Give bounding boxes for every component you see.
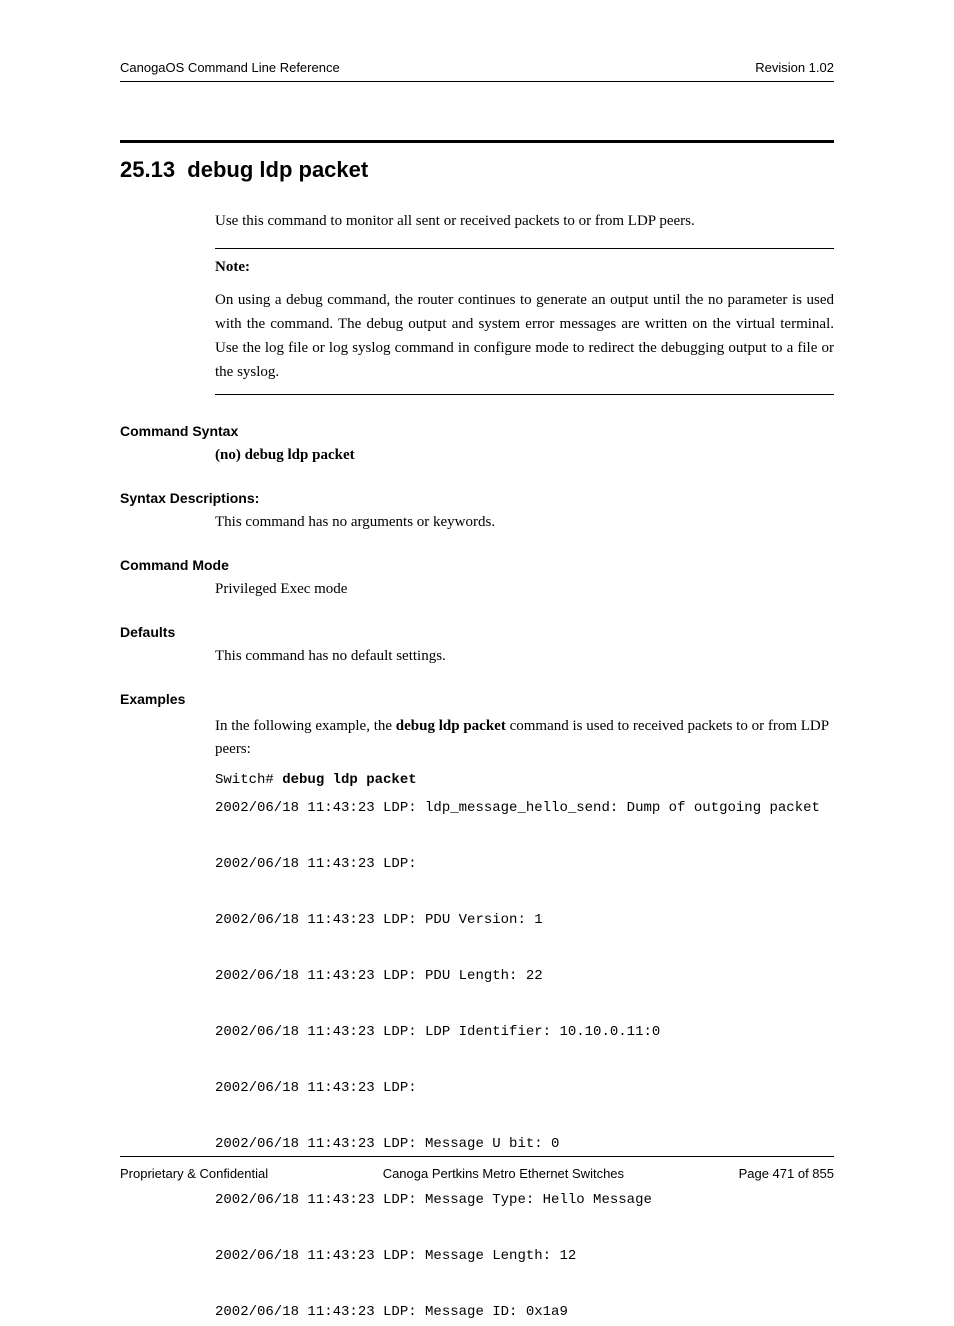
document-page: CanogaOS Command Line Reference Revision…: [0, 0, 954, 1235]
terminal-output-line: 2002/06/18 11:43:23 LDP:: [215, 856, 417, 872]
header-right: Revision 1.02: [755, 60, 834, 75]
syntax-descriptions-value: This command has no arguments or keyword…: [215, 514, 834, 531]
terminal-output-line: 2002/06/18 11:43:23 LDP: Message ID: 0x1…: [215, 1304, 568, 1320]
examples-heading: Examples: [120, 691, 834, 707]
examples-body: In the following example, the debug ldp …: [215, 715, 834, 1326]
terminal-output-line: 2002/06/18 11:43:23 LDP: Message Length:…: [215, 1248, 576, 1264]
terminal-output-line: 2002/06/18 11:43:23 LDP: PDU Length: 22: [215, 968, 543, 984]
page-header: CanogaOS Command Line Reference Revision…: [120, 60, 834, 82]
note-block: Note: On using a debug command, the rout…: [215, 248, 834, 395]
page-footer: Proprietary & Confidential Canoga Pertki…: [120, 1166, 834, 1181]
intro-text: Use this command to monitor all sent or …: [215, 213, 834, 230]
example-intro-bold: debug ldp packet: [396, 718, 506, 734]
section-body: Use this command to monitor all sent or …: [215, 213, 834, 395]
section-number: 25.13: [120, 157, 175, 182]
footer-right: Page 471 of 855: [739, 1166, 834, 1181]
command-mode-value: Privileged Exec mode: [215, 581, 834, 598]
note-text: On using a debug command, the router con…: [215, 288, 834, 384]
example-intro: In the following example, the debug ldp …: [215, 715, 834, 762]
footer-rule: [120, 1156, 834, 1157]
section-title: 25.13 debug ldp packet: [120, 157, 834, 183]
header-left: CanogaOS Command Line Reference: [120, 60, 340, 75]
footer-center: Canoga Pertkins Metro Ethernet Switches: [383, 1166, 624, 1181]
terminal-output-line: 2002/06/18 11:43:23 LDP: PDU Version: 1: [215, 912, 543, 928]
command-syntax-heading: Command Syntax: [120, 423, 834, 439]
syntax-descriptions-heading: Syntax Descriptions:: [120, 490, 834, 506]
terminal-output-line: 2002/06/18 11:43:23 LDP: Message Type: H…: [215, 1192, 652, 1208]
section-name: debug ldp packet: [187, 157, 368, 182]
terminal-output-line: 2002/06/18 11:43:23 LDP: Message U bit: …: [215, 1136, 559, 1152]
defaults-value: This command has no default settings.: [215, 648, 834, 665]
section-rule: [120, 140, 834, 143]
footer-left: Proprietary & Confidential: [120, 1166, 268, 1181]
terminal-command: debug ldp packet: [282, 772, 416, 788]
defaults-heading: Defaults: [120, 624, 834, 640]
terminal-output-line: 2002/06/18 11:43:23 LDP: LDP Identifier:…: [215, 1024, 660, 1040]
terminal-prompt: Switch#: [215, 772, 282, 788]
command-mode-heading: Command Mode: [120, 557, 834, 573]
command-syntax-value: (no) debug ldp packet: [215, 447, 834, 464]
terminal-output-line: 2002/06/18 11:43:23 LDP:: [215, 1080, 417, 1096]
note-label: Note:: [215, 259, 834, 276]
terminal-output-line: 2002/06/18 11:43:23 LDP: ldp_message_hel…: [215, 800, 820, 816]
example-terminal: Switch# debug ldp packet 2002/06/18 11:4…: [215, 766, 834, 1326]
example-intro-prefix: In the following example, the: [215, 718, 396, 734]
